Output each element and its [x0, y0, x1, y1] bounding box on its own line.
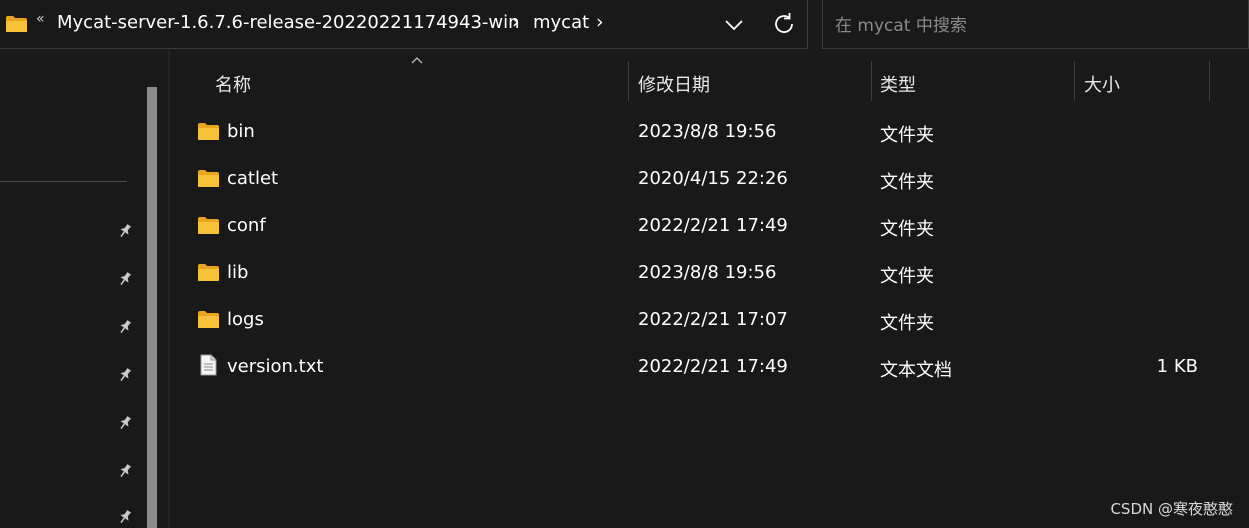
breadcrumb-separator[interactable]: ›	[596, 11, 604, 33]
breadcrumb-item-mycat[interactable]: mycat	[533, 12, 589, 33]
column-header-size[interactable]: 大小	[1075, 50, 1209, 102]
folder-icon	[198, 123, 219, 140]
file-type: 文件夹	[880, 219, 934, 240]
folder-icon	[6, 16, 27, 32]
file-date: 2023/8/8 19:56	[638, 262, 777, 283]
pin-icon[interactable]	[116, 366, 134, 384]
file-row-lib[interactable]: lib 2023/8/8 19:56 文件夹	[170, 250, 1249, 297]
file-name: bin	[227, 121, 255, 142]
search-input[interactable]	[833, 12, 1237, 40]
file-name: logs	[227, 309, 264, 330]
file-name: conf	[227, 215, 266, 236]
pin-icon[interactable]	[116, 414, 134, 432]
file-row-version-txt[interactable]: version.txt 2022/2/21 17:49 文本文档 1 KB	[170, 344, 1249, 391]
column-resize-handle[interactable]	[1209, 61, 1210, 101]
file-row-logs[interactable]: logs 2022/2/21 17:07 文件夹	[170, 297, 1249, 344]
breadcrumb-separator[interactable]: ›	[512, 11, 520, 33]
file-date: 2022/2/21 17:49	[638, 356, 788, 377]
folder-icon	[198, 170, 219, 187]
folder-icon	[198, 311, 219, 328]
file-date: 2022/2/21 17:07	[638, 309, 788, 330]
pin-icon[interactable]	[116, 508, 134, 526]
column-header-date[interactable]: 修改日期	[629, 50, 871, 102]
folder-icon	[198, 217, 219, 234]
pin-icon[interactable]	[116, 270, 134, 288]
file-date: 2020/4/15 22:26	[638, 168, 788, 189]
column-header-label: 类型	[880, 75, 916, 96]
file-size: 1 KB	[1156, 356, 1198, 377]
file-name: catlet	[227, 168, 279, 189]
pin-icon[interactable]	[116, 222, 134, 240]
navigation-pane	[0, 50, 160, 528]
refresh-button[interactable]	[766, 6, 802, 42]
folder-icon	[198, 264, 219, 281]
column-header-type[interactable]: 类型	[872, 50, 1074, 102]
chevron-down-icon	[725, 20, 743, 31]
text-file-icon	[200, 354, 217, 376]
pin-icon[interactable]	[116, 318, 134, 336]
file-type: 文本文档	[880, 360, 952, 381]
pin-icon[interactable]	[116, 462, 134, 480]
file-list: 名称 修改日期 类型 大小 bin 2023/8/8 19:56 文件夹 cat…	[170, 50, 1249, 528]
column-header-name[interactable]: 名称	[170, 50, 628, 102]
file-type: 文件夹	[880, 313, 934, 334]
file-name: version.txt	[227, 356, 324, 377]
search-box[interactable]	[822, 0, 1249, 49]
breadcrumb-item-mycat-server[interactable]: Mycat-server-1.6.7.6-release-20220221174…	[57, 12, 520, 33]
address-bar[interactable]: « Mycat-server-1.6.7.6-release-202202211…	[0, 0, 808, 49]
file-type: 文件夹	[880, 266, 934, 287]
file-date: 2022/2/21 17:49	[638, 215, 788, 236]
nav-scrollbar-thumb[interactable]	[147, 87, 157, 528]
column-header-label: 名称	[215, 75, 251, 96]
column-header-label: 修改日期	[638, 75, 710, 96]
refresh-icon	[775, 13, 793, 33]
file-type: 文件夹	[880, 172, 934, 193]
file-name: lib	[227, 262, 249, 283]
file-row-conf[interactable]: conf 2022/2/21 17:49 文件夹	[170, 203, 1249, 250]
file-row-catlet[interactable]: catlet 2020/4/15 22:26 文件夹	[170, 156, 1249, 203]
top-bar: « Mycat-server-1.6.7.6-release-202202211…	[0, 0, 1249, 50]
recent-locations-button[interactable]	[716, 6, 752, 42]
file-type: 文件夹	[880, 125, 934, 146]
breadcrumb-overflow-button[interactable]: «	[36, 11, 45, 27]
column-header-label: 大小	[1084, 75, 1120, 96]
nav-divider	[0, 181, 127, 182]
watermark: CSDN @寒夜憨憨	[1110, 500, 1233, 518]
file-row-bin[interactable]: bin 2023/8/8 19:56 文件夹	[170, 109, 1249, 156]
file-date: 2023/8/8 19:56	[638, 121, 777, 142]
